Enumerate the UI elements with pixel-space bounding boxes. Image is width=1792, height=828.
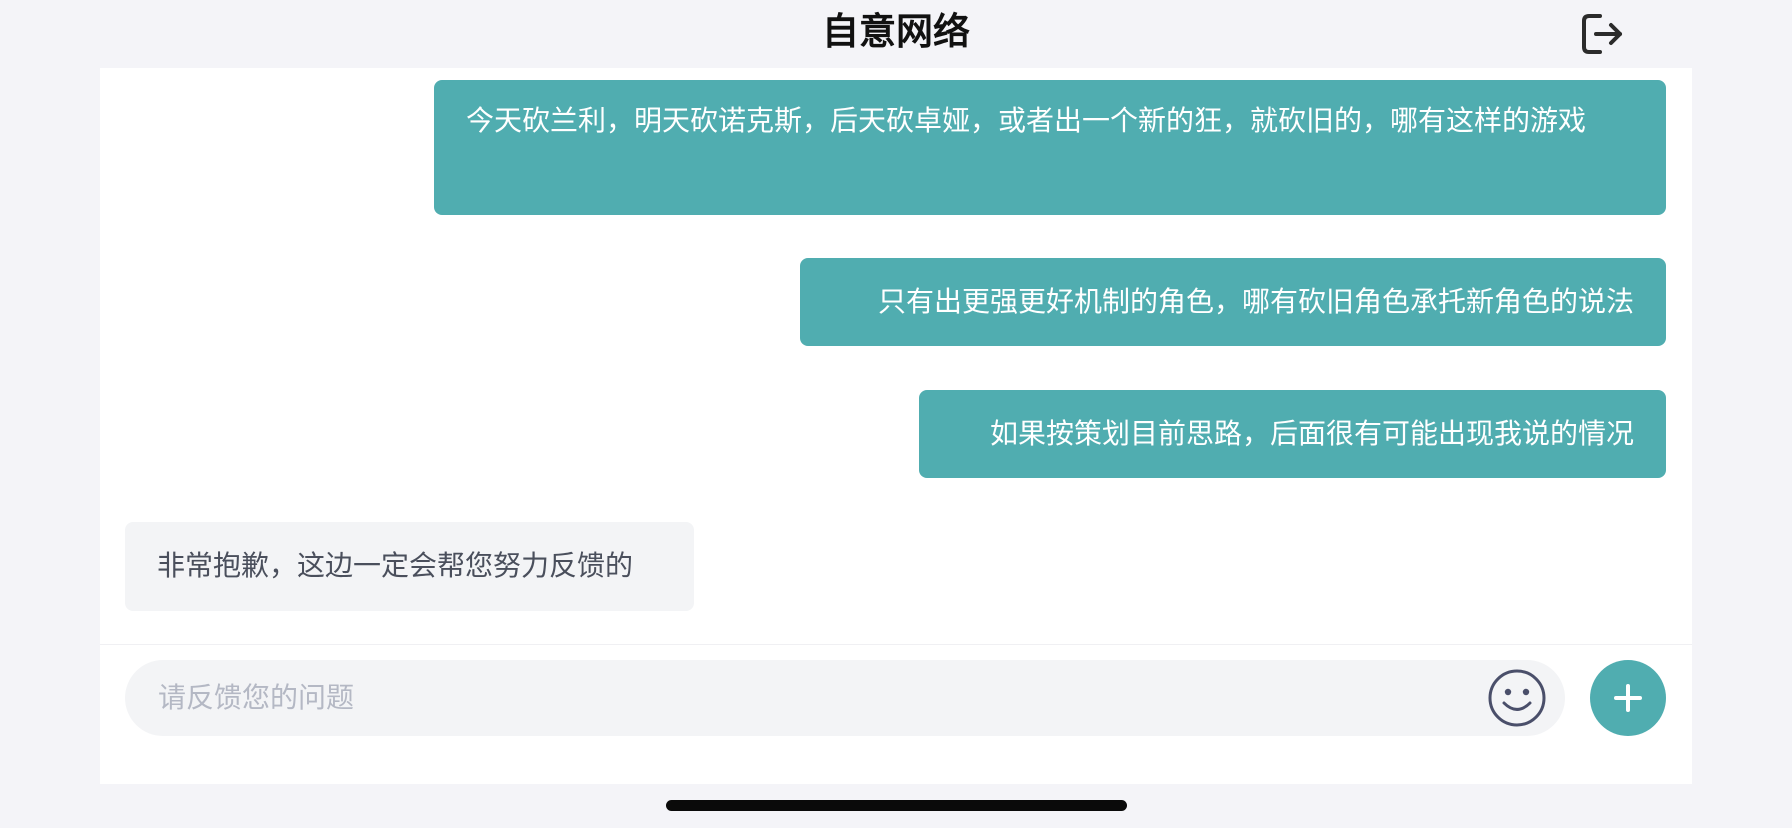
incoming-message: 非常抱歉，这边一定会帮您努力反馈的 — [125, 522, 694, 611]
smiley-icon — [1488, 669, 1546, 727]
logout-icon — [1582, 14, 1622, 54]
page-title: 自意网络 — [822, 10, 970, 53]
plus-icon — [1614, 684, 1642, 712]
composer-divider — [100, 644, 1692, 645]
add-button[interactable] — [1590, 660, 1666, 736]
emoji-button[interactable] — [1487, 668, 1547, 728]
chat-screen: 自意网络 今天砍兰利，明天砍诺克斯，后天砍卓娅，或者出一个新的狂，就砍旧的，哪有… — [0, 0, 1792, 828]
chat-panel: 今天砍兰利，明天砍诺克斯，后天砍卓娅，或者出一个新的狂，就砍旧的，哪有这样的游戏… — [100, 68, 1692, 784]
home-indicator[interactable] — [666, 800, 1127, 811]
input-placeholder: 请反馈您的问题 — [158, 681, 355, 714]
logout-button[interactable] — [1578, 10, 1626, 58]
message-list[interactable]: 今天砍兰利，明天砍诺克斯，后天砍卓娅，或者出一个新的狂，就砍旧的，哪有这样的游戏… — [100, 68, 1692, 644]
feedback-input[interactable]: 请反馈您的问题 — [125, 660, 1565, 736]
outgoing-message: 只有出更强更好机制的角色，哪有砍旧角色承托新角色的说法 — [800, 258, 1666, 346]
outgoing-message: 今天砍兰利，明天砍诺克斯，后天砍卓娅，或者出一个新的狂，就砍旧的，哪有这样的游戏 — [434, 80, 1666, 215]
top-bar: 自意网络 — [0, 0, 1792, 68]
outgoing-message: 如果按策划目前思路，后面很有可能出现我说的情况 — [919, 390, 1666, 478]
